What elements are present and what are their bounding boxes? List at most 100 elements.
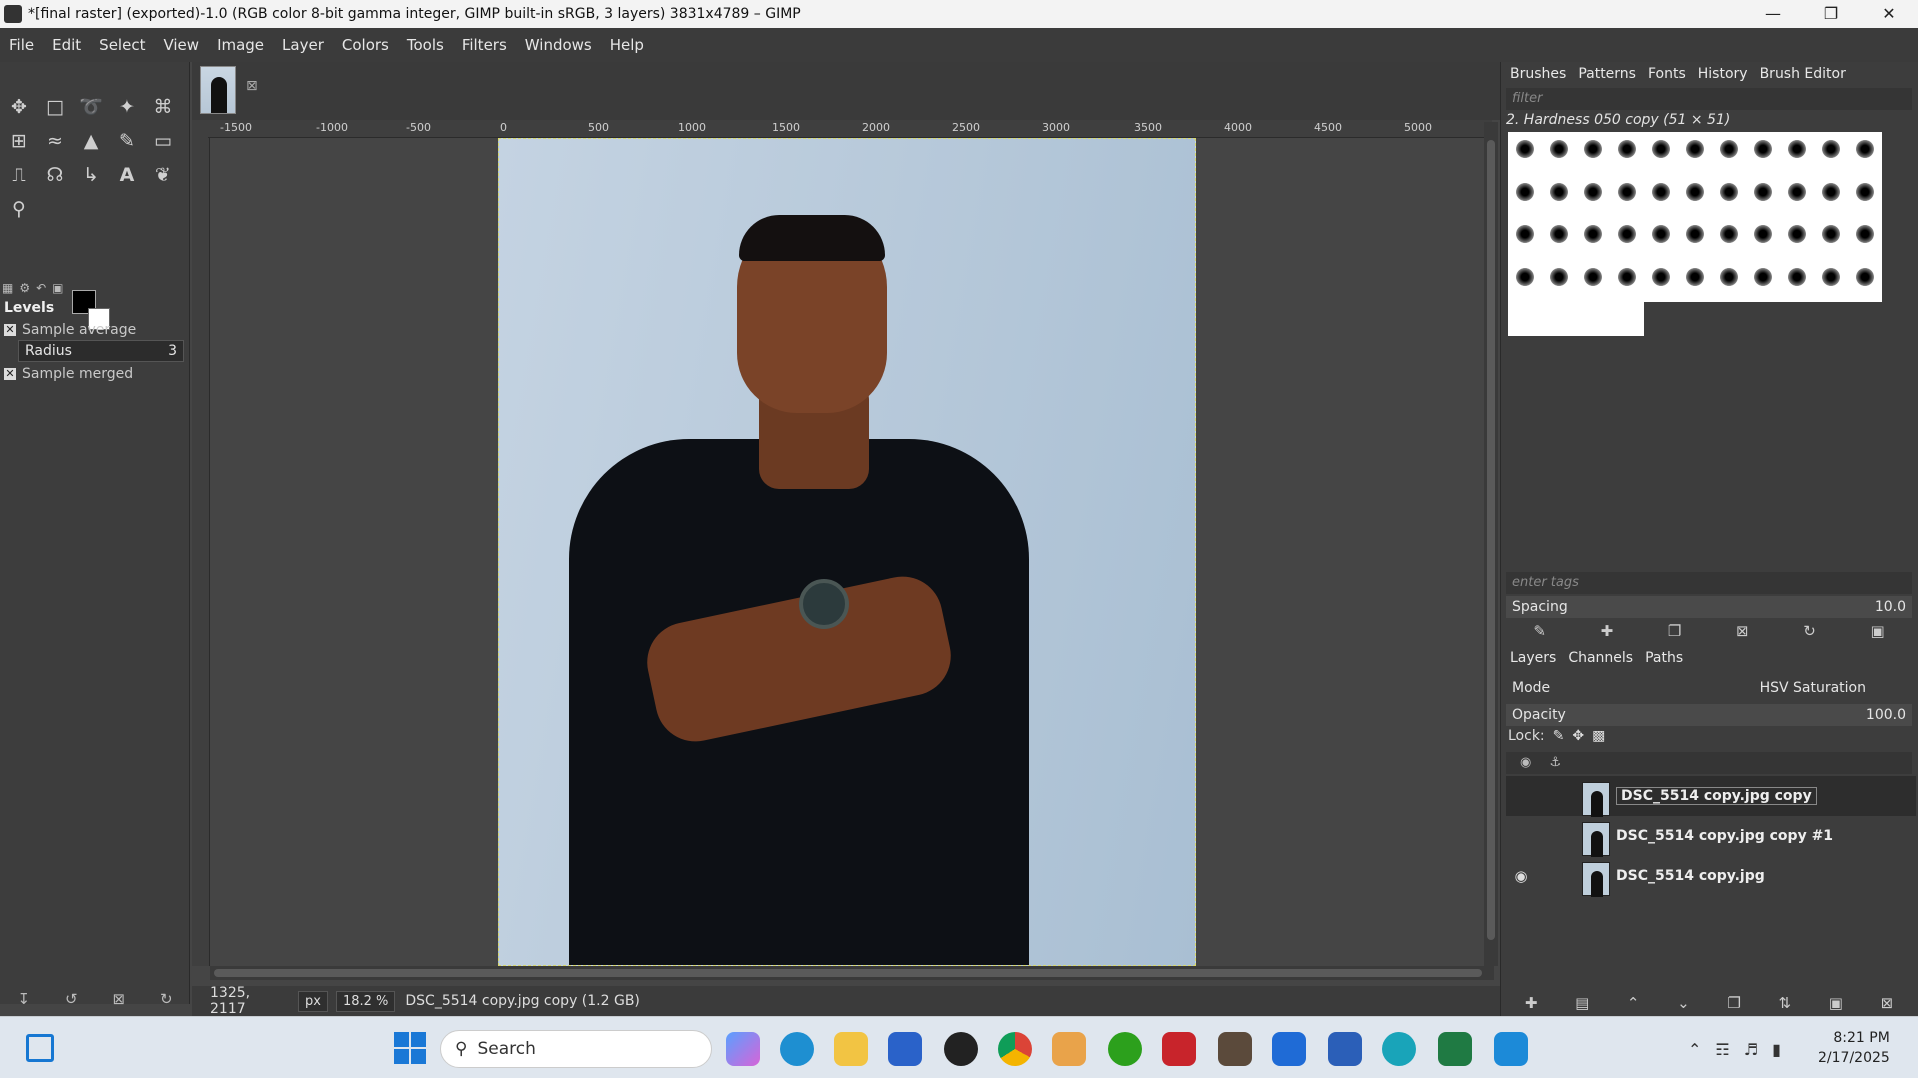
lock-alpha-icon[interactable]: ▩ bbox=[1592, 728, 1605, 744]
crop-tool-icon[interactable]: ⌘ bbox=[148, 92, 178, 122]
clone-tool-icon[interactable]: ⎍ bbox=[4, 160, 34, 190]
move-tool-icon[interactable]: ✥ bbox=[4, 92, 34, 122]
tab-brush-editor[interactable]: Brush Editor bbox=[1754, 66, 1852, 82]
color-picker-tool-icon[interactable]: ❦ bbox=[148, 160, 178, 190]
menu-view[interactable]: View bbox=[154, 36, 208, 54]
sample-average-checkbox[interactable]: ✕ bbox=[4, 324, 16, 336]
photos-icon[interactable] bbox=[1052, 1032, 1086, 1066]
brush-swatch[interactable] bbox=[1610, 132, 1644, 166]
brush-swatch[interactable] bbox=[1508, 132, 1542, 166]
menu-help[interactable]: Help bbox=[601, 36, 653, 54]
eye-icon[interactable]: ◉ bbox=[1506, 867, 1536, 885]
sample-average-row[interactable]: ✕ Sample average bbox=[4, 322, 136, 338]
brush-tags-input[interactable]: enter tags bbox=[1506, 572, 1912, 594]
layer-name[interactable]: DSC_5514 copy.jpg copy bbox=[1616, 787, 1817, 805]
menu-tools[interactable]: Tools bbox=[398, 36, 453, 54]
brush-swatch[interactable] bbox=[1610, 217, 1644, 251]
brush-swatch[interactable] bbox=[1746, 260, 1780, 294]
wifi-icon[interactable]: ☶ bbox=[1715, 1040, 1729, 1059]
menu-filters[interactable]: Filters bbox=[453, 36, 516, 54]
paths-tool-icon[interactable]: ↳ bbox=[76, 160, 106, 190]
tab-patterns[interactable]: Patterns bbox=[1572, 66, 1642, 82]
brush-swatch[interactable] bbox=[1814, 132, 1848, 166]
brush-swatch[interactable] bbox=[1542, 132, 1576, 166]
paintbrush-tool-icon[interactable]: ✎ bbox=[112, 126, 142, 156]
chrome-icon[interactable] bbox=[998, 1032, 1032, 1066]
horizontal-scrollbar-thumb[interactable] bbox=[214, 969, 1482, 977]
taskbar-clock[interactable]: 8:21 PM 2/17/2025 bbox=[1818, 1028, 1890, 1068]
brush-swatch[interactable] bbox=[1678, 217, 1712, 251]
battery-icon[interactable]: ▮ bbox=[1772, 1040, 1781, 1059]
store-icon[interactable] bbox=[888, 1032, 922, 1066]
brush-swatch[interactable] bbox=[1542, 260, 1576, 294]
file-explorer-icon[interactable] bbox=[834, 1032, 868, 1066]
brush-swatch[interactable] bbox=[1644, 217, 1678, 251]
text-tool-icon[interactable]: A bbox=[112, 160, 142, 190]
layer-mask-icon[interactable]: ▣ bbox=[1829, 994, 1843, 1012]
brush-swatch[interactable] bbox=[1610, 260, 1644, 294]
tab-history[interactable]: History bbox=[1692, 66, 1754, 82]
merge-layer-icon[interactable]: ⇅ bbox=[1778, 994, 1791, 1012]
brush-spacing-slider[interactable]: Spacing 10.0 bbox=[1506, 596, 1912, 618]
raise-layer-icon[interactable]: ⌃ bbox=[1627, 994, 1640, 1012]
brush-swatch[interactable] bbox=[1848, 260, 1882, 294]
menu-windows[interactable]: Windows bbox=[516, 36, 601, 54]
delete-layer-icon[interactable]: ⊠ bbox=[1881, 994, 1894, 1012]
chevron-up-icon[interactable]: ⌃ bbox=[1688, 1040, 1701, 1059]
new-layer-group-icon[interactable]: ▤ bbox=[1575, 994, 1589, 1012]
volume-icon[interactable]: ♬ bbox=[1744, 1040, 1758, 1059]
canva-icon[interactable] bbox=[1382, 1032, 1416, 1066]
undo-history-tab-icon[interactable]: ↶ bbox=[36, 281, 46, 295]
delete-options-icon[interactable]: ⊠ bbox=[112, 990, 125, 1016]
tool-options-tab-icon[interactable]: ▦ bbox=[2, 281, 13, 295]
brush-swatch[interactable] bbox=[1508, 260, 1542, 294]
spacing-value[interactable]: 10.0 bbox=[1875, 599, 1906, 615]
opacity-value[interactable]: 100.0 bbox=[1866, 707, 1906, 723]
brush-swatch[interactable] bbox=[1814, 175, 1848, 209]
image-canvas[interactable] bbox=[498, 138, 1196, 966]
lock-pixels-icon[interactable]: ✎ bbox=[1553, 728, 1565, 744]
rect-select-tool-icon[interactable]: □ bbox=[40, 92, 70, 122]
vertical-ruler[interactable] bbox=[192, 138, 210, 966]
layer-name[interactable]: DSC_5514 copy.jpg bbox=[1616, 868, 1765, 884]
radius-spinner[interactable]: Radius 3 bbox=[18, 340, 184, 362]
brush-swatch[interactable] bbox=[1712, 260, 1746, 294]
horizontal-ruler[interactable]: -1500 -1000 -500 0 500 1000 1500 2000 25… bbox=[208, 120, 1492, 138]
edge-icon[interactable] bbox=[780, 1032, 814, 1066]
tab-paths[interactable]: Paths bbox=[1639, 650, 1689, 666]
excel-icon[interactable] bbox=[1438, 1032, 1472, 1066]
mode-select[interactable]: HSV Saturation bbox=[1760, 680, 1866, 696]
brush-swatch[interactable] bbox=[1644, 260, 1678, 294]
restore-options-icon[interactable]: ↺ bbox=[65, 990, 78, 1016]
brush-swatch[interactable] bbox=[1542, 175, 1576, 209]
brush-swatch[interactable] bbox=[1780, 260, 1814, 294]
minimize-button[interactable]: — bbox=[1744, 0, 1802, 28]
edit-brush-icon[interactable]: ✎ bbox=[1533, 622, 1546, 640]
solidworks-icon[interactable] bbox=[1162, 1032, 1196, 1066]
menu-image[interactable]: Image bbox=[208, 36, 273, 54]
smudge-tool-icon[interactable]: ☊ bbox=[40, 160, 70, 190]
brush-grid-last-row[interactable] bbox=[1508, 302, 1644, 336]
sample-merged-checkbox[interactable]: ✕ bbox=[4, 368, 16, 380]
zoom-tool-icon[interactable]: ⚲ bbox=[4, 194, 34, 224]
brush-swatch[interactable] bbox=[1780, 217, 1814, 251]
delete-brush-icon[interactable]: ⊠ bbox=[1736, 622, 1749, 640]
brush-swatch[interactable] bbox=[1576, 175, 1610, 209]
brush-swatch[interactable] bbox=[1576, 132, 1610, 166]
brush-filter-input[interactable]: filter bbox=[1506, 88, 1912, 110]
images-tab-icon[interactable]: ▣ bbox=[52, 281, 63, 295]
ruler-corner[interactable] bbox=[192, 120, 208, 138]
menu-colors[interactable]: Colors bbox=[333, 36, 398, 54]
reset-options-icon[interactable]: ↻ bbox=[160, 990, 173, 1016]
sample-merged-row[interactable]: ✕ Sample merged bbox=[4, 366, 133, 382]
refresh-brushes-icon[interactable]: ↻ bbox=[1803, 622, 1816, 640]
brush-swatch[interactable] bbox=[1542, 217, 1576, 251]
brush-swatch[interactable] bbox=[1508, 175, 1542, 209]
menu-edit[interactable]: Edit bbox=[43, 36, 90, 54]
brush-swatch[interactable] bbox=[1610, 175, 1644, 209]
open-brush-as-image-icon[interactable]: ▣ bbox=[1870, 622, 1884, 640]
zoom-select[interactable]: 18.2 % bbox=[335, 990, 396, 1012]
brush-swatch[interactable] bbox=[1746, 175, 1780, 209]
unit-select[interactable]: px bbox=[298, 990, 328, 1012]
fuzzy-select-tool-icon[interactable]: ✦ bbox=[112, 92, 142, 122]
